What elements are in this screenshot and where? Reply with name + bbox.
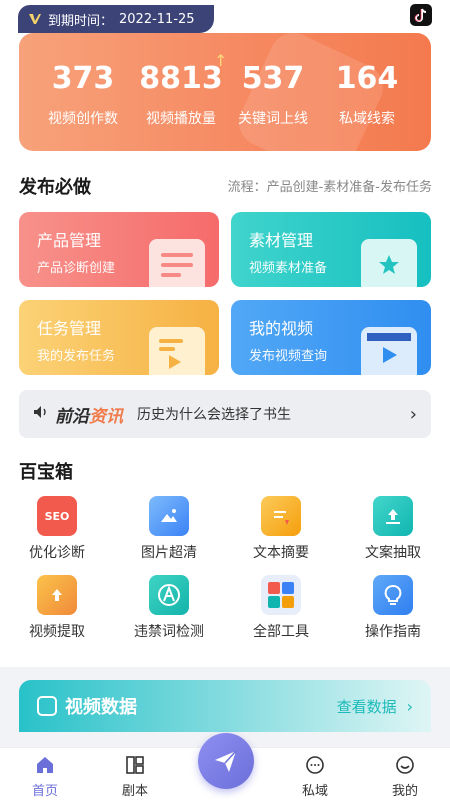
tab-script[interactable]: 剧本 xyxy=(90,754,180,799)
tool-label: 操作指南 xyxy=(365,624,421,640)
text-summary-icon xyxy=(261,496,301,536)
publish-fab-button[interactable] xyxy=(198,733,254,789)
stat-private-leads[interactable]: 164 私域线索 xyxy=(317,61,417,128)
tab-home[interactable]: 首页 xyxy=(0,754,90,799)
stat-value: 373 xyxy=(51,61,115,96)
chevron-right-icon: › xyxy=(409,403,417,425)
stat-value: 537 xyxy=(241,61,305,96)
stat-label: 关键词上线 xyxy=(238,111,308,127)
publish-flow-text: 流程：产品创建-素材准备-发布任务 xyxy=(227,180,432,195)
news-tag-b: 资讯 xyxy=(89,406,123,427)
news-tag-a: 前沿 xyxy=(55,406,89,427)
tab-private[interactable]: 私域 xyxy=(270,754,360,799)
tool-label: 文案抽取 xyxy=(365,545,421,561)
tool-banned-word-check[interactable]: 违禁词检测 xyxy=(119,575,219,641)
script-icon xyxy=(124,754,146,776)
tool-image-enhance[interactable]: 图片超清 xyxy=(119,496,219,562)
tab-label: 首页 xyxy=(31,784,58,799)
stat-label: 私域线索 xyxy=(339,111,395,127)
chevron-right-icon: › xyxy=(406,696,413,716)
video-data-card[interactable]: 视频数据 查看数据 › xyxy=(19,680,431,732)
news-banner[interactable]: 前沿资讯 历史为什么会选择了书生 › xyxy=(19,390,431,438)
stat-value: 164 xyxy=(335,61,399,96)
stat-videos-created[interactable]: 373 视频创作数 xyxy=(33,61,133,128)
folder-star-icon xyxy=(361,239,417,287)
news-tag: 前沿资讯 xyxy=(55,402,123,427)
expire-badge: 到期时间： 2022-11-25 xyxy=(18,5,214,33)
product-management-card[interactable]: 产品管理 产品诊断创建 xyxy=(19,212,219,287)
tool-label: 文本摘要 xyxy=(253,545,309,561)
copy-extract-icon xyxy=(373,496,413,536)
tab-mine[interactable]: 我的 xyxy=(360,754,450,799)
all-tools-icon xyxy=(261,575,301,615)
app-root: 到期时间： 2022-11-25 373 视频创作数 8813 视频播放量 ↑ … xyxy=(0,0,450,800)
stats-panel: 373 视频创作数 8813 视频播放量 ↑ 537 关键词上线 164 私域线… xyxy=(19,33,431,151)
tab-label: 剧本 xyxy=(121,784,148,799)
video-extract-icon xyxy=(37,575,77,615)
send-icon xyxy=(215,750,237,772)
video-data-title: 视频数据 xyxy=(65,697,137,718)
profile-icon xyxy=(394,754,416,776)
tool-text-summary[interactable]: 文本摘要 xyxy=(231,496,331,562)
speaker-icon xyxy=(33,405,55,423)
guide-icon xyxy=(373,575,413,615)
image-enhance-icon xyxy=(149,496,189,536)
tool-label: 图片超清 xyxy=(141,545,197,561)
tool-copy-extract[interactable]: 文案抽取 xyxy=(343,496,443,562)
tool-all-tools[interactable]: 全部工具 xyxy=(231,575,331,641)
tab-label: 我的 xyxy=(391,784,418,799)
view-data-link[interactable]: 查看数据 xyxy=(337,696,397,717)
tool-optimize-diagnosis[interactable]: SEO 优化诊断 xyxy=(7,496,107,562)
home-icon xyxy=(34,754,56,776)
tab-label: 私域 xyxy=(301,784,328,799)
bar-chart-icon xyxy=(37,696,57,716)
vip-icon xyxy=(28,12,42,26)
seo-icon: SEO xyxy=(37,496,77,536)
stat-label: 视频播放量 xyxy=(146,111,216,127)
publish-section-title: 发布必做 xyxy=(19,177,91,198)
news-headline: 历史为什么会选择了书生 xyxy=(137,407,291,423)
stat-keywords-online[interactable]: 537 关键词上线 xyxy=(223,61,323,128)
tool-label: 违禁词检测 xyxy=(134,624,204,640)
banned-word-icon xyxy=(149,575,189,615)
tool-label: 优化诊断 xyxy=(29,545,85,561)
chat-icon xyxy=(304,754,326,776)
clapperboard-icon xyxy=(361,327,417,375)
task-play-icon xyxy=(149,327,205,375)
stat-video-plays[interactable]: 8813 视频播放量 xyxy=(131,61,231,128)
my-videos-card[interactable]: 我的视频 发布视频查询 xyxy=(231,300,431,375)
stat-label: 视频创作数 xyxy=(48,111,118,127)
expire-label: 到期时间： xyxy=(48,13,114,29)
tool-video-extract[interactable]: 视频提取 xyxy=(7,575,107,641)
material-management-card[interactable]: 素材管理 视频素材准备 xyxy=(231,212,431,287)
tool-operation-guide[interactable]: 操作指南 xyxy=(343,575,443,641)
tool-label: 全部工具 xyxy=(253,624,309,640)
seo-icon-text: SEO xyxy=(44,509,70,523)
tiktok-icon[interactable] xyxy=(410,4,432,26)
task-management-card[interactable]: 任务管理 我的发布任务 xyxy=(19,300,219,375)
expire-date: 2022-11-25 xyxy=(119,11,195,27)
document-icon xyxy=(149,239,205,287)
toolbox-section-title: 百宝箱 xyxy=(19,462,73,483)
tool-label: 视频提取 xyxy=(29,624,85,640)
